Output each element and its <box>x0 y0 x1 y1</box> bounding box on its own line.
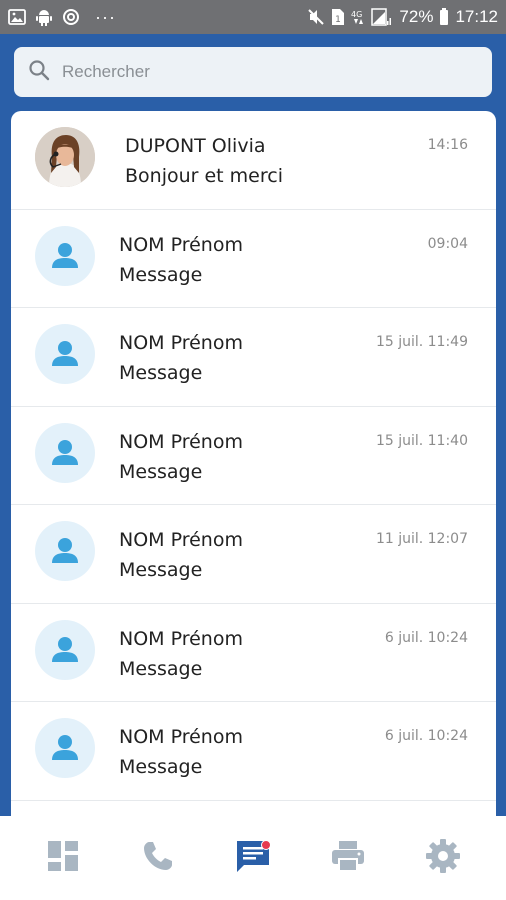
conversation-row[interactable]: NOM Prénom Message 15 juil. 11:49 <box>11 308 496 407</box>
message-time: 11 juil. 12:07 <box>375 531 468 547</box>
person-avatar-icon <box>35 718 95 778</box>
message-time: 15 juil. 11:49 <box>375 334 468 350</box>
contact-name: NOM Prénom <box>119 529 243 551</box>
nav-settings[interactable] <box>413 828 473 888</box>
contact-name: NOM Prénom <box>119 430 243 453</box>
message-time: 6 juil. 10:24 <box>384 629 468 646</box>
conversation-row[interactable]: DUPONT Olivia Bonjour et merci 14:16 <box>11 111 496 210</box>
phone-icon <box>141 839 175 877</box>
message-time: 09:04 <box>427 235 468 252</box>
bottom-navigation <box>0 816 506 900</box>
contact-name: DUPONT Olivia <box>125 135 266 157</box>
person-avatar-icon <box>35 521 95 581</box>
person-avatar-icon <box>35 225 95 286</box>
contact-name: NOM Prénom <box>119 233 243 256</box>
nav-messages[interactable] <box>223 828 283 888</box>
message-preview: Message <box>119 756 203 778</box>
search-bar[interactable] <box>14 47 492 97</box>
sync-app-icon <box>62 8 80 26</box>
settings-gear-icon <box>425 838 461 878</box>
notification-badge <box>260 840 271 850</box>
contact-photo-avatar <box>35 127 95 187</box>
contact-name: NOM Prénom <box>119 726 243 748</box>
contact-name: NOM Prénom <box>119 627 243 650</box>
nav-print[interactable] <box>318 828 378 888</box>
message-preview: Message <box>119 559 203 581</box>
sim-icon: 1 <box>331 8 345 26</box>
status-bar: ··· 1 4G 72% 17:12 <box>0 0 506 34</box>
dashboard-icon <box>46 839 80 877</box>
mute-icon <box>307 8 325 26</box>
battery-icon <box>439 8 449 26</box>
overflow-dots: ··· <box>95 6 116 27</box>
message-time: 14:16 <box>427 137 468 153</box>
person-avatar-icon <box>35 422 95 483</box>
search-input[interactable] <box>62 62 462 82</box>
message-preview: Message <box>119 460 203 483</box>
person-avatar-icon <box>35 324 95 384</box>
signal-icon <box>371 8 393 26</box>
svg-text:1: 1 <box>336 15 342 25</box>
conversation-row[interactable]: NOM Prénom Message 09:04 <box>11 210 496 308</box>
message-preview: Message <box>119 657 203 680</box>
conversation-row[interactable]: NOM Prénom Message 11 juil. 12:07 <box>11 505 496 604</box>
svg-text:4G: 4G <box>351 10 362 19</box>
nav-dashboard[interactable] <box>33 828 93 888</box>
conversation-row[interactable]: NOM Prénom Message 6 juil. 10:24 <box>11 604 496 702</box>
conversation-row[interactable]: NOM Prénom Message 15 juil. 11:40 <box>11 407 496 505</box>
contact-name: NOM Prénom <box>119 332 243 354</box>
conversation-list: DUPONT Olivia Bonjour et merci 14:16 NOM… <box>11 111 496 816</box>
message-time: 6 juil. 10:24 <box>384 728 468 744</box>
image-notification-icon <box>8 9 26 25</box>
nav-calls[interactable] <box>128 828 188 888</box>
data-4g-icon: 4G <box>351 8 365 26</box>
person-avatar-icon <box>35 619 95 680</box>
message-time: 15 juil. 11:40 <box>375 432 468 449</box>
message-preview: Bonjour et merci <box>125 165 283 187</box>
printer-icon <box>330 839 366 877</box>
message-preview: Message <box>119 362 203 384</box>
android-icon <box>35 8 53 26</box>
clock: 17:12 <box>455 7 498 26</box>
search-icon <box>28 59 50 85</box>
message-preview: Message <box>119 263 203 286</box>
battery-level: 72% <box>399 7 434 26</box>
conversation-row[interactable]: NOM Prénom Message 6 juil. 10:24 <box>11 702 496 801</box>
